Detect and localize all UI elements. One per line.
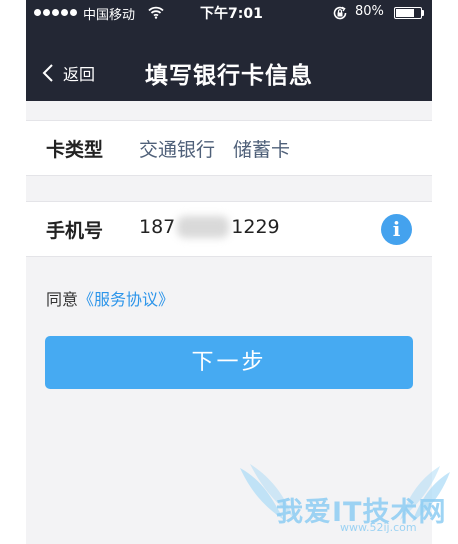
signal-icon (34, 9, 77, 16)
status-bar: 中国移动 下午7:01 80% (26, 0, 432, 26)
card-type-value: 交通银行 储蓄卡 (139, 135, 290, 162)
wifi-icon (148, 6, 164, 19)
service-agreement-link[interactable]: 《服务协议》 (78, 290, 174, 309)
card-type-label: 卡类型 (46, 139, 104, 161)
phone-number: 187 1229 (139, 216, 280, 238)
battery-percent: 80% (355, 4, 384, 19)
phone-label: 手机号 (46, 220, 104, 242)
next-step-button[interactable]: 下一步 (45, 336, 413, 389)
rotation-lock-icon (333, 6, 347, 20)
status-time: 下午7:01 (200, 6, 263, 22)
carrier-name: 中国移动 (83, 8, 136, 23)
phone-blur-mask (177, 216, 230, 238)
bank-name: 交通银行 (139, 139, 216, 161)
top-bar: 中国移动 下午7:01 80% 返回 填写银行卡信息 (26, 0, 432, 101)
card-kind: 储蓄卡 (233, 139, 291, 161)
agreement-line: 同意《服务协议》 (46, 286, 174, 310)
phone-row: 手机号 187 1229 i (26, 201, 432, 257)
page-title: 填写银行卡信息 (145, 63, 313, 89)
phone-prefix: 187 (139, 216, 176, 238)
watermark-logo: 我爱IT技术网 www.52ij.com (232, 458, 458, 544)
info-icon[interactable]: i (381, 214, 412, 245)
card-type-row: 卡类型 交通银行 储蓄卡 (26, 120, 432, 176)
battery-icon (394, 7, 424, 19)
watermark-url: www.52ij.com (340, 521, 417, 534)
agreement-prefix: 同意 (46, 290, 79, 309)
phone-suffix: 1229 (231, 216, 280, 238)
